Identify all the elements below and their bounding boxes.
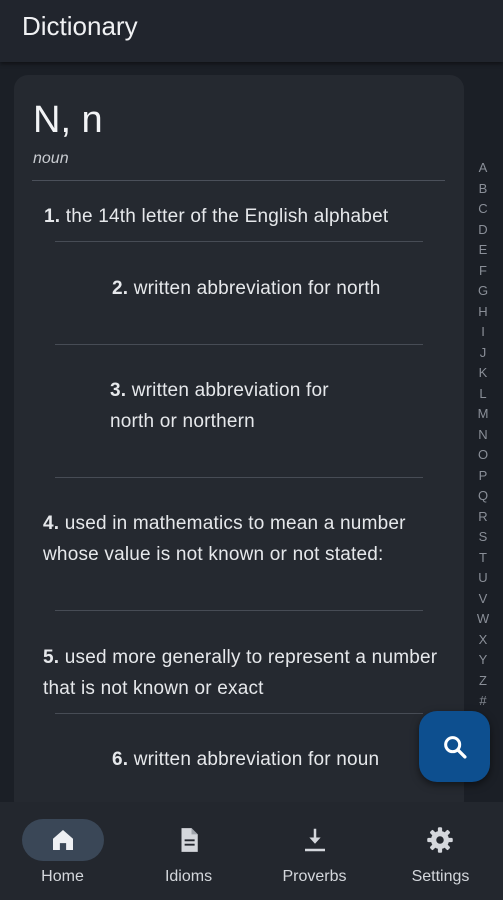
search-button[interactable] [419, 711, 490, 782]
index-letter[interactable]: K [479, 363, 488, 384]
definition-divider [55, 610, 423, 611]
index-letter[interactable]: L [479, 384, 486, 405]
nav-label: Home [41, 868, 84, 885]
alphabet-index[interactable]: A B C D E F G H I J K L M N O P Q R S T … [476, 158, 490, 712]
index-letter[interactable]: Q [478, 486, 488, 507]
nav-label: Proverbs [282, 868, 347, 885]
app-title: Dictionary [22, 11, 138, 41]
nav-label: Settings [411, 868, 470, 885]
index-letter[interactable]: X [479, 630, 488, 651]
definition-item: 4. used in mathematics to mean a number … [43, 508, 453, 570]
definition-item: 6. written abbreviation for noun [112, 744, 402, 775]
definition-number: 4. [43, 513, 60, 534]
definition-item: 1. the 14th letter of the English alphab… [44, 201, 454, 232]
bottom-navigation: Home Idioms Proverbs Settings [0, 802, 503, 900]
index-letter[interactable]: Y [479, 650, 488, 671]
definition-divider [55, 477, 423, 478]
definition-item: 3. written abbreviation for north or nor… [110, 375, 375, 437]
index-letter[interactable]: J [480, 343, 487, 364]
index-letter[interactable]: H [478, 302, 487, 323]
definition-item: 2. written abbreviation for north [112, 273, 402, 304]
index-letter[interactable]: V [479, 589, 488, 610]
definition-divider [55, 241, 423, 242]
definition-text: written abbreviation for north or northe… [110, 380, 329, 432]
nav-proverbs[interactable]: Proverbs [252, 802, 377, 900]
index-letter[interactable]: C [478, 199, 487, 220]
index-letter[interactable]: # [479, 691, 486, 712]
search-icon [443, 735, 467, 759]
index-letter[interactable]: B [479, 179, 488, 200]
index-letter[interactable]: D [478, 220, 487, 241]
definition-number: 2. [112, 278, 129, 299]
definition-number: 1. [44, 206, 61, 227]
nav-home[interactable]: Home [0, 802, 125, 900]
index-letter[interactable]: I [481, 322, 485, 343]
part-of-speech: noun [33, 150, 69, 167]
definition-item: 5. used more generally to represent a nu… [43, 642, 453, 704]
gear-icon [427, 827, 453, 853]
definition-divider [55, 713, 423, 714]
nav-label: Idioms [164, 868, 213, 885]
definition-card: N, n noun 1. the 14th letter of the Engl… [14, 75, 464, 815]
index-letter[interactable]: N [478, 425, 487, 446]
index-letter[interactable]: G [478, 281, 488, 302]
definition-text: the 14th letter of the English alphabet [60, 206, 389, 227]
headword: N, n [33, 99, 103, 141]
definition-text: used in mathematics to mean a number who… [43, 513, 406, 565]
document-icon [181, 828, 198, 852]
index-letter[interactable]: T [479, 548, 487, 569]
index-letter[interactable]: E [479, 240, 488, 261]
index-letter[interactable]: S [479, 527, 488, 548]
app-bar: Dictionary [0, 0, 503, 62]
nav-idioms[interactable]: Idioms [126, 802, 251, 900]
index-letter[interactable]: M [478, 404, 489, 425]
index-letter[interactable]: O [478, 445, 488, 466]
header-divider [32, 180, 445, 181]
index-letter[interactable]: A [479, 158, 488, 179]
index-letter[interactable]: F [479, 261, 487, 282]
nav-settings[interactable]: Settings [378, 802, 503, 900]
definition-text: used more generally to represent a numbe… [43, 647, 438, 699]
definition-text: written abbreviation for noun [128, 749, 380, 770]
definition-number: 5. [43, 647, 60, 668]
definition-text: written abbreviation for north [128, 278, 381, 299]
index-letter[interactable]: W [477, 609, 489, 630]
definition-number: 6. [112, 749, 129, 770]
index-letter[interactable]: U [478, 568, 487, 589]
index-letter[interactable]: Z [479, 671, 487, 692]
definition-number: 3. [110, 380, 127, 401]
index-letter[interactable]: R [478, 507, 487, 528]
index-letter[interactable]: P [479, 466, 488, 487]
download-icon [305, 828, 325, 852]
definition-divider [55, 344, 423, 345]
home-icon [53, 830, 73, 850]
